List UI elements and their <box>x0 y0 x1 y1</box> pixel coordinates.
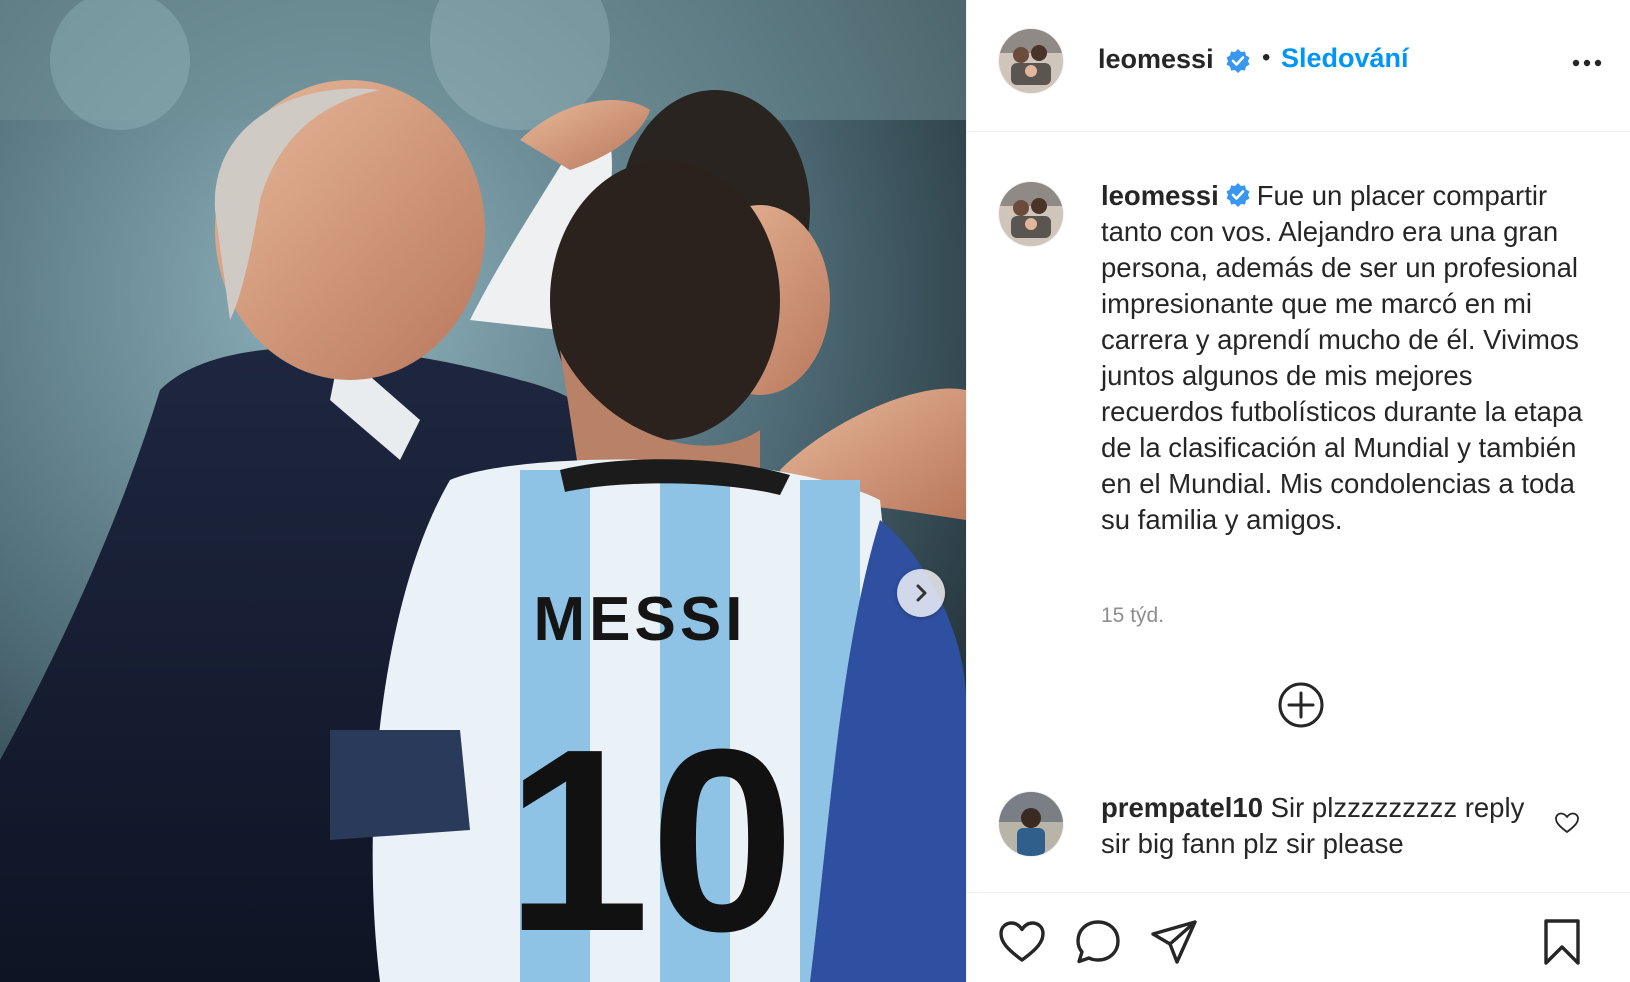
post-timestamp[interactable]: 15 týd. <box>1101 604 1164 628</box>
jersey-number: 10 <box>505 696 794 982</box>
follow-status-button[interactable]: Sledování <box>1281 43 1409 74</box>
instagram-post: MESSI 10 leomessi • Sledování leomessi F… <box>0 0 1630 982</box>
bookmark-icon[interactable] <box>1537 917 1587 967</box>
more-options-icon <box>1572 59 1602 67</box>
caption-body: Fue un placer compartir tanto con vos. A… <box>1101 180 1583 535</box>
commenter-avatar[interactable] <box>999 792 1063 856</box>
caption-section: leomessi Fue un placer compartir tanto c… <box>967 132 1630 892</box>
plus-circle-icon[interactable] <box>1276 680 1326 730</box>
comment-like-heart-icon[interactable] <box>1554 810 1580 836</box>
comment-username[interactable]: prempatel10 <box>1101 792 1263 823</box>
header-separator: • <box>1262 44 1271 71</box>
verified-badge-icon <box>1226 49 1250 73</box>
comment-bubble-icon[interactable] <box>1073 917 1123 967</box>
post-photo[interactable]: MESSI 10 <box>0 0 966 982</box>
post-side-panel: leomessi • Sledování leomessi Fue un pla… <box>966 0 1630 982</box>
avatar-image <box>999 792 1063 856</box>
comment-item: prempatel10 Sir plzzzzzzzzz reply sir bi… <box>967 792 1630 892</box>
comment-text: prempatel10 Sir plzzzzzzzzz reply sir bi… <box>1101 790 1541 862</box>
post-header: leomessi • Sledování <box>967 0 1630 132</box>
chevron-right-icon <box>916 584 927 602</box>
heart-icon[interactable] <box>997 917 1047 967</box>
verified-badge-icon <box>1226 183 1250 207</box>
avatar-image <box>999 182 1063 246</box>
caption-author-avatar[interactable] <box>999 182 1063 246</box>
author-avatar[interactable] <box>999 29 1063 93</box>
more-options-button[interactable] <box>1567 48 1607 78</box>
carousel-next-button[interactable] <box>897 569 945 617</box>
avatar-image <box>999 29 1063 93</box>
jersey-name: MESSI <box>534 585 747 654</box>
author-username[interactable]: leomessi <box>1098 44 1214 75</box>
post-caption: leomessi Fue un placer compartir tanto c… <box>1101 178 1601 538</box>
photo-illustration: MESSI 10 <box>0 0 966 982</box>
caption-username[interactable]: leomessi <box>1101 180 1219 211</box>
paper-plane-icon[interactable] <box>1149 917 1199 967</box>
post-action-bar <box>967 892 1630 982</box>
